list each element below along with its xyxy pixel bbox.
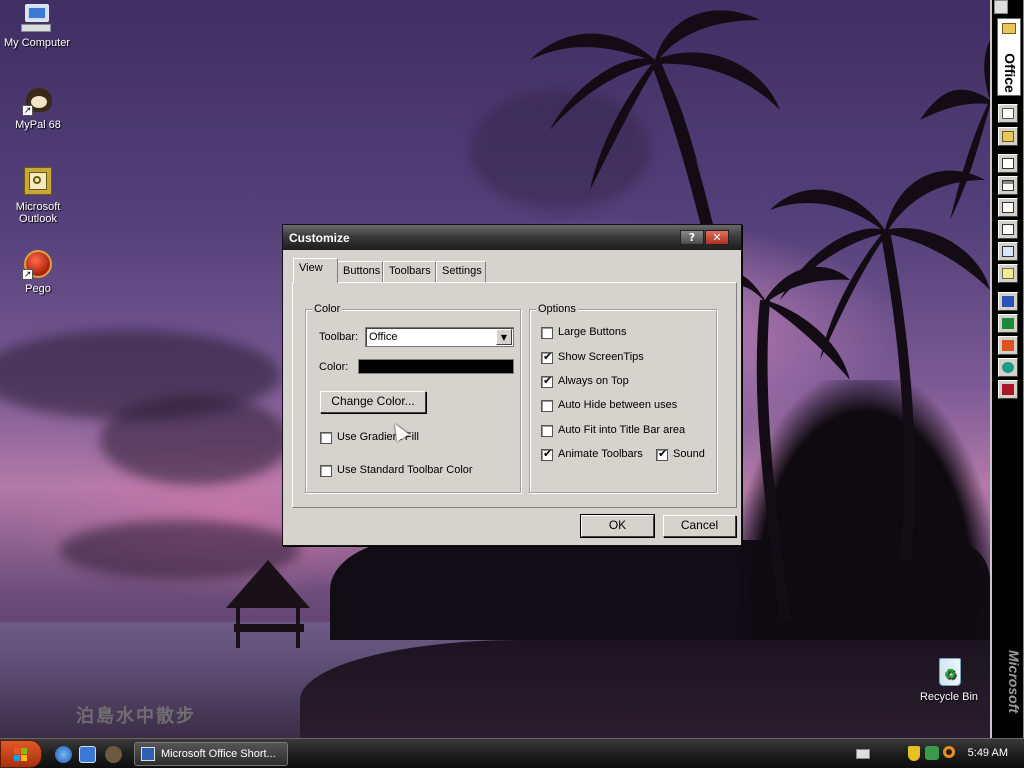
view-tab-panel: Color Toolbar: Office ▼ Color: Change Co… (292, 282, 737, 508)
color-swatch[interactable] (358, 359, 514, 374)
internet-explorer-icon[interactable] (55, 746, 72, 763)
taskbar: Microsoft Office Short... 5:49 AM (0, 738, 1024, 768)
desktop-icon-label: Pego (25, 283, 51, 295)
desktop-icon-mypal[interactable]: ↗ MyPal 68 (0, 84, 78, 131)
system-tray: 5:49 AM (848, 739, 1024, 769)
show-desktop-icon[interactable] (79, 746, 96, 763)
desktop-icon-my-computer[interactable]: My Computer (0, 2, 77, 49)
toolbar-select[interactable]: Office ▼ (365, 327, 514, 347)
large-buttons-label[interactable]: Large Buttons (558, 326, 627, 338)
taskbar-button-label: Microsoft Office Short... (161, 748, 276, 760)
desktop-icon-label: Microsoft Outlook (15, 201, 61, 225)
new-office-document-icon[interactable] (998, 104, 1018, 123)
office-icon (141, 747, 155, 761)
beach-silhouette (300, 640, 1000, 738)
options-group-legend: Options (536, 303, 578, 315)
tab-toolbars[interactable]: Toolbars (383, 261, 436, 282)
auto-hide-checkbox[interactable] (541, 400, 553, 412)
always-on-top-label[interactable]: Always on Top (558, 375, 629, 387)
folder-icon (1002, 23, 1016, 34)
excel-icon[interactable] (998, 314, 1018, 333)
start-button[interactable] (0, 740, 42, 768)
new-journal-entry-icon[interactable] (998, 242, 1018, 261)
palm-tree (920, 40, 990, 220)
show-screentips-label[interactable]: Show ScreenTips (558, 351, 644, 363)
new-message-icon[interactable] (998, 154, 1018, 173)
tab-buttons[interactable]: Buttons (337, 261, 383, 282)
office-shortcut-bar: Office Microsoft (990, 0, 1024, 738)
word-icon[interactable] (998, 292, 1018, 311)
desktop-icon-pego[interactable]: ↗ Pego (0, 248, 78, 295)
toolbar-select-value: Office (369, 331, 398, 343)
mypal-browser-icon: ↗ (22, 84, 54, 116)
new-contact-icon[interactable] (998, 220, 1018, 239)
new-task-icon[interactable] (998, 198, 1018, 217)
open-office-document-icon[interactable] (998, 127, 1018, 146)
my-computer-icon (21, 2, 53, 34)
mypal-quicklaunch-icon[interactable] (105, 746, 122, 763)
wallpaper-watermark: 泊島水中散步 (76, 706, 196, 727)
tab-view[interactable]: View (293, 258, 338, 283)
auto-fit-title-bar-checkbox[interactable] (541, 425, 553, 437)
cancel-button[interactable]: Cancel (663, 515, 736, 537)
use-standard-toolbar-color-label[interactable]: Use Standard Toolbar Color (337, 464, 473, 476)
powerpoint-icon[interactable] (998, 336, 1018, 355)
shortcut-arrow-icon: ↗ (22, 105, 33, 116)
desktop-icon-label: MyPal 68 (15, 119, 61, 131)
dialog-client-area: View Buttons Toolbars Settings Color Too… (285, 250, 739, 544)
access-icon[interactable] (998, 380, 1018, 399)
network-icon[interactable] (925, 746, 939, 760)
customize-dialog: Customize ? ✕ View Buttons Toolbars Sett… (282, 224, 742, 546)
toolbar-label: Toolbar: (319, 331, 359, 343)
help-button[interactable]: ? (680, 230, 704, 245)
sound-checkbox[interactable] (656, 447, 668, 461)
auto-fit-title-bar-label[interactable]: Auto Fit into Title Bar area (558, 424, 685, 436)
color-label: Color: (319, 361, 349, 373)
large-buttons-checkbox[interactable] (541, 327, 553, 339)
change-color-button[interactable]: Change Color... (320, 391, 426, 413)
animate-toolbars-label[interactable]: Animate Toolbars (558, 448, 643, 460)
auto-hide-label[interactable]: Auto Hide between uses (558, 399, 677, 411)
keyboard-icon[interactable] (856, 749, 870, 759)
microsoft-logo: Microsoft (1006, 650, 1022, 713)
outlook-icon (22, 166, 54, 198)
desktop-icon-recycle-bin[interactable]: ♻ Recycle Bin (909, 656, 989, 703)
animate-toolbars-checkbox[interactable] (541, 447, 553, 461)
new-note-icon[interactable] (998, 264, 1018, 283)
taskbar-button-office-shortcut-bar[interactable]: Microsoft Office Short... (134, 742, 288, 766)
dialog-title-bar[interactable]: Customize ? ✕ (283, 225, 741, 250)
clock[interactable]: 5:49 AM (968, 747, 1008, 759)
security-shield-icon[interactable] (908, 746, 920, 761)
show-screentips-checkbox[interactable] (541, 350, 553, 364)
desktop-icon-label: My Computer (3, 37, 71, 49)
desktop-icon-outlook[interactable]: Microsoft Outlook (0, 166, 78, 225)
tab-settings[interactable]: Settings (436, 261, 486, 282)
pego-icon: ↗ (22, 248, 54, 280)
use-gradient-fill-checkbox[interactable] (320, 432, 332, 444)
sound-label[interactable]: Sound (673, 448, 705, 460)
hut-silhouette (226, 560, 310, 648)
color-group-legend: Color (312, 303, 343, 315)
windows-logo-icon (14, 748, 28, 761)
ok-button[interactable]: OK (580, 514, 655, 538)
search-icon[interactable] (943, 746, 955, 758)
new-appointment-icon[interactable] (998, 176, 1018, 195)
office-bar-control-icon[interactable] (994, 0, 1008, 14)
recycle-bin-icon: ♻ (933, 656, 965, 688)
color-group: Color Toolbar: Office ▼ Color: Change Co… (305, 303, 521, 493)
use-standard-toolbar-color-checkbox[interactable] (320, 465, 332, 477)
close-button[interactable]: ✕ (705, 230, 729, 245)
chevron-down-icon[interactable]: ▼ (496, 329, 512, 345)
publisher-icon[interactable] (998, 358, 1018, 377)
desktop-icon-label: Recycle Bin (919, 691, 979, 703)
office-bar-label[interactable]: Office (997, 18, 1021, 96)
always-on-top-checkbox[interactable] (541, 374, 553, 388)
dialog-title: Customize (289, 231, 350, 245)
cloud (100, 395, 290, 485)
options-group: Options Large Buttons Show ScreenTips Al… (529, 303, 717, 493)
shortcut-arrow-icon: ↗ (22, 269, 33, 280)
